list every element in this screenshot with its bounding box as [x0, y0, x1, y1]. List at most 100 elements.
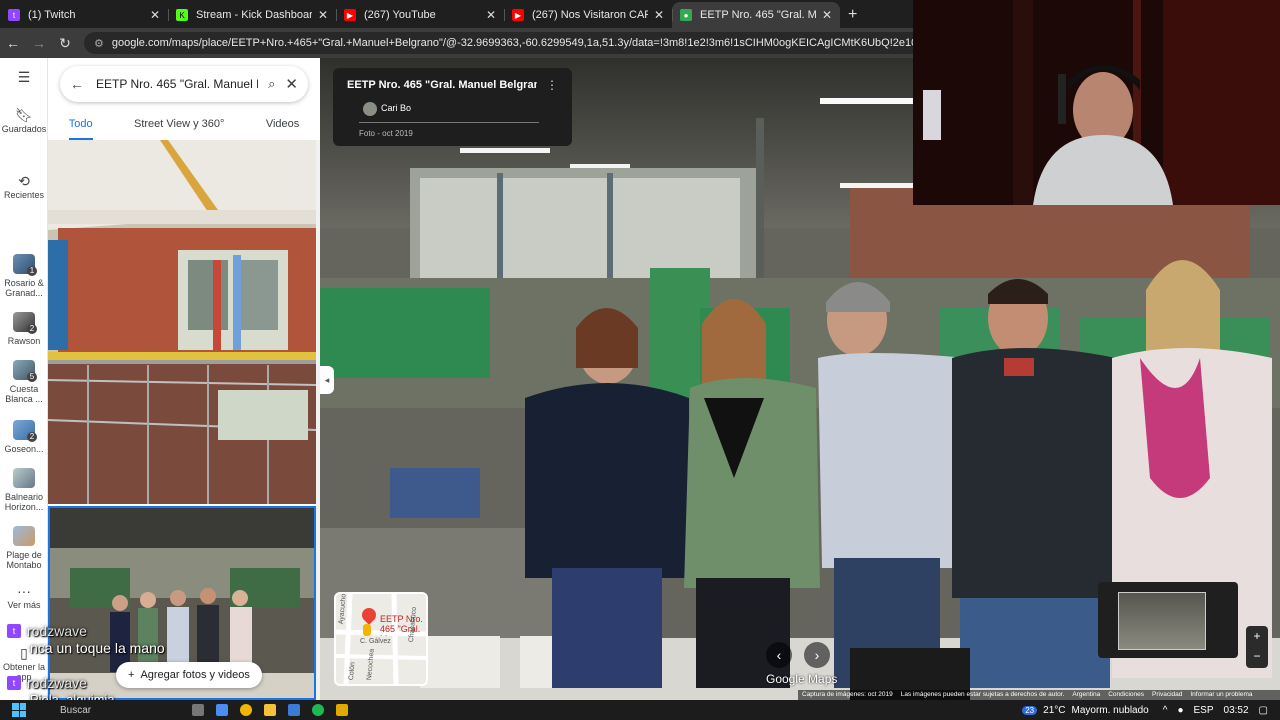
webcam-image: [913, 0, 1280, 205]
recent-place-label: Rawson: [7, 336, 41, 346]
task-view-icon[interactable]: [192, 704, 204, 716]
next-photo-icon[interactable]: ›: [804, 642, 830, 668]
new-tab-icon[interactable]: +: [848, 2, 857, 28]
close-tab-icon[interactable]: ✕: [318, 8, 328, 22]
place-thumbnail: 2: [13, 312, 37, 334]
rail-recent[interactable]: ⟲ Recientes: [0, 174, 48, 200]
place-thumbnail: [13, 526, 35, 546]
temperature: 21°C: [1043, 704, 1066, 716]
recent-place-item[interactable]: Balneario Horizon...: [0, 468, 48, 512]
forward-icon[interactable]: →: [26, 35, 52, 51]
minimap[interactable]: EETP Nro. 465 "Gral. Manuel Belgrano" Ay…: [334, 592, 428, 686]
code-icon[interactable]: [288, 704, 300, 716]
taskbar: Buscar 23 21°C Mayorm. nublado ^ ● ESP 0…: [0, 700, 1280, 720]
mic-icon[interactable]: ●: [1177, 705, 1183, 716]
google-maps-logo: Google Maps: [766, 672, 838, 686]
bookmark-icon: 🔖︎: [15, 107, 33, 123]
place-thumbnail: 2: [13, 420, 37, 442]
close-tab-icon[interactable]: ✕: [486, 8, 496, 22]
footer-country[interactable]: Argentina: [1072, 691, 1100, 699]
more-options-icon[interactable]: ⋮: [546, 78, 558, 92]
photo-tabs: Todo Street View y 360° Videos: [48, 110, 320, 140]
close-tab-icon[interactable]: ✕: [654, 8, 664, 22]
browser-tab-youtube[interactable]: ▶ (267) YouTube ✕: [336, 2, 504, 28]
search-input[interactable]: ← EETP Nro. 465 "Gral. Manuel Belgrano" …: [60, 66, 308, 102]
footer-privacy[interactable]: Privacidad: [1152, 691, 1182, 699]
place-panel: ← EETP Nro. 465 "Gral. Manuel Belgrano" …: [48, 58, 320, 700]
back-arrow-icon[interactable]: ←: [70, 76, 84, 92]
maps-icon: ●: [680, 9, 692, 21]
reload-icon[interactable]: ↻: [52, 35, 78, 52]
add-photos-button[interactable]: + Agregar fotos y videos: [116, 662, 262, 688]
gallery-photo-hall[interactable]: [48, 140, 316, 504]
tab-title: (1) Twitch: [28, 9, 76, 21]
tab-street-view[interactable]: Street View y 360°: [134, 110, 224, 140]
chat-message: nca un toque la mano: [30, 640, 165, 656]
street-label: C. Gálvez: [360, 638, 391, 645]
tab-title: EETP Nro. 465 "Gral. Manuel Be: [700, 9, 816, 21]
tab-title: (267) YouTube: [364, 9, 436, 21]
recent-place-label: Plage de Montabo: [6, 550, 42, 570]
weather-widget[interactable]: 23 21°C Mayorm. nublado: [1022, 705, 1149, 716]
keyboard-lang[interactable]: ESP: [1194, 705, 1214, 716]
chevron-up-icon[interactable]: ^: [1163, 705, 1168, 716]
zoom-in-icon[interactable]: +: [1246, 626, 1268, 646]
tab-all[interactable]: Todo: [68, 110, 93, 140]
photo-title: EETP Nro. 465 "Gral. Manuel Belgrano": [347, 79, 537, 91]
clock[interactable]: 03:52: [1224, 705, 1249, 716]
footer-terms[interactable]: Condiciones: [1108, 691, 1144, 699]
twitch-chat-icon: t: [7, 676, 21, 690]
prev-photo-icon[interactable]: ‹: [766, 642, 792, 668]
notifications-icon[interactable]: ▢: [1259, 705, 1268, 716]
close-tab-icon[interactable]: ✕: [150, 8, 160, 22]
collapse-panel-icon[interactable]: ◂: [320, 366, 334, 394]
recent-place-label: Goseon...: [4, 444, 44, 454]
footer-report[interactable]: Informar un problema: [1190, 691, 1252, 699]
browser-tab-kick[interactable]: K Stream - Kick Dashboard ✕: [168, 2, 336, 28]
photo-preview[interactable]: [1098, 582, 1238, 658]
browser-tab-twitch[interactable]: t (1) Twitch ✕: [0, 2, 168, 28]
chrome-icon[interactable]: [240, 704, 252, 716]
youtube-icon: ▶: [344, 9, 356, 21]
photo-nav: ‹ ›: [766, 642, 842, 668]
youtube-icon: ▶: [512, 9, 524, 21]
search-icon[interactable]: ⌕: [268, 76, 275, 92]
rail-more[interactable]: ··· Ver más: [0, 583, 48, 610]
recent-place-label: Balneario Horizon...: [4, 492, 44, 512]
twitch-chat-icon: t: [7, 624, 21, 638]
avatar[interactable]: [363, 102, 377, 116]
menu-icon[interactable]: ☰: [0, 70, 48, 86]
copilot-icon[interactable]: [216, 704, 228, 716]
recent-place-item[interactable]: 5 Cuesta Blanca ...: [0, 360, 48, 404]
photo-author[interactable]: Cari Bo: [381, 103, 411, 113]
kick-icon: K: [176, 9, 188, 21]
spotify-icon[interactable]: [312, 704, 324, 716]
zoom-out-icon[interactable]: −: [1246, 646, 1268, 666]
divider: [359, 122, 539, 123]
weather-badge: 23: [1022, 705, 1038, 715]
browser-tab-maps[interactable]: ● EETP Nro. 465 "Gral. Manuel Be ✕: [672, 2, 840, 28]
webcam-overlay: [913, 0, 1280, 205]
windows-start-icon[interactable]: [12, 703, 26, 717]
place-thumbnail: 1: [13, 254, 37, 276]
close-icon[interactable]: ✕: [285, 75, 298, 93]
plus-icon: +: [128, 669, 135, 681]
maps-rail: ☰ 🔖︎ Guardados ⟲ Recientes 1 Rosario & G…: [0, 58, 48, 700]
tab-videos[interactable]: Videos: [266, 110, 299, 140]
back-icon[interactable]: ←: [0, 35, 26, 51]
close-tab-icon[interactable]: ✕: [822, 8, 832, 22]
recent-place-item[interactable]: Plage de Montabo: [0, 526, 48, 570]
recent-place-item[interactable]: 2 Goseon...: [0, 420, 48, 454]
download-icon[interactable]: [336, 704, 348, 716]
map-footer: Captura de imágenes: oct 2019 Las imágen…: [798, 690, 1280, 700]
taskbar-search[interactable]: Buscar: [60, 705, 152, 716]
tab-title: Stream - Kick Dashboard: [196, 9, 312, 21]
recent-place-item[interactable]: 1 Rosario & Granad...: [0, 254, 48, 298]
browser-tab-youtube-video[interactable]: ▶ (267) Nos Visitaron CARRE, SAN ✕: [504, 2, 672, 28]
rail-saved[interactable]: 🔖︎ Guardados: [0, 107, 48, 134]
file-explorer-icon[interactable]: [264, 704, 276, 716]
site-info-icon[interactable]: ⚙: [94, 37, 104, 50]
hall-photo-image: [48, 140, 316, 504]
more-icon: ···: [17, 583, 31, 599]
recent-place-item[interactable]: 2 Rawson: [0, 312, 48, 346]
